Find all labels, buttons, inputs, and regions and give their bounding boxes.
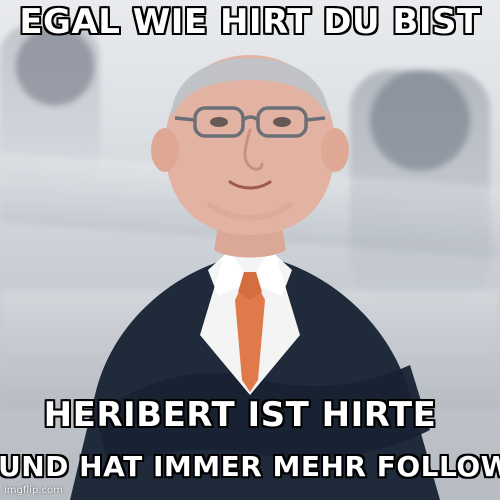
site-watermark: imgflip.com	[4, 485, 63, 496]
meme-top-text: EGAL WIE HIRT DU BIST	[18, 1, 481, 43]
eye-left	[210, 117, 228, 127]
meme-bottom-text-line-1: HERIBERT IST HIRTE	[43, 394, 437, 436]
ear-left	[151, 128, 179, 172]
meme-bottom-text-line-2: UND HAT IMMER MEHR FOLLOWER	[0, 449, 500, 484]
meme-image: EGAL WIE HIRT DU BIST HERIBERT IST HIRTE…	[0, 0, 500, 500]
ear-right	[321, 128, 349, 172]
eye-right	[273, 117, 291, 127]
